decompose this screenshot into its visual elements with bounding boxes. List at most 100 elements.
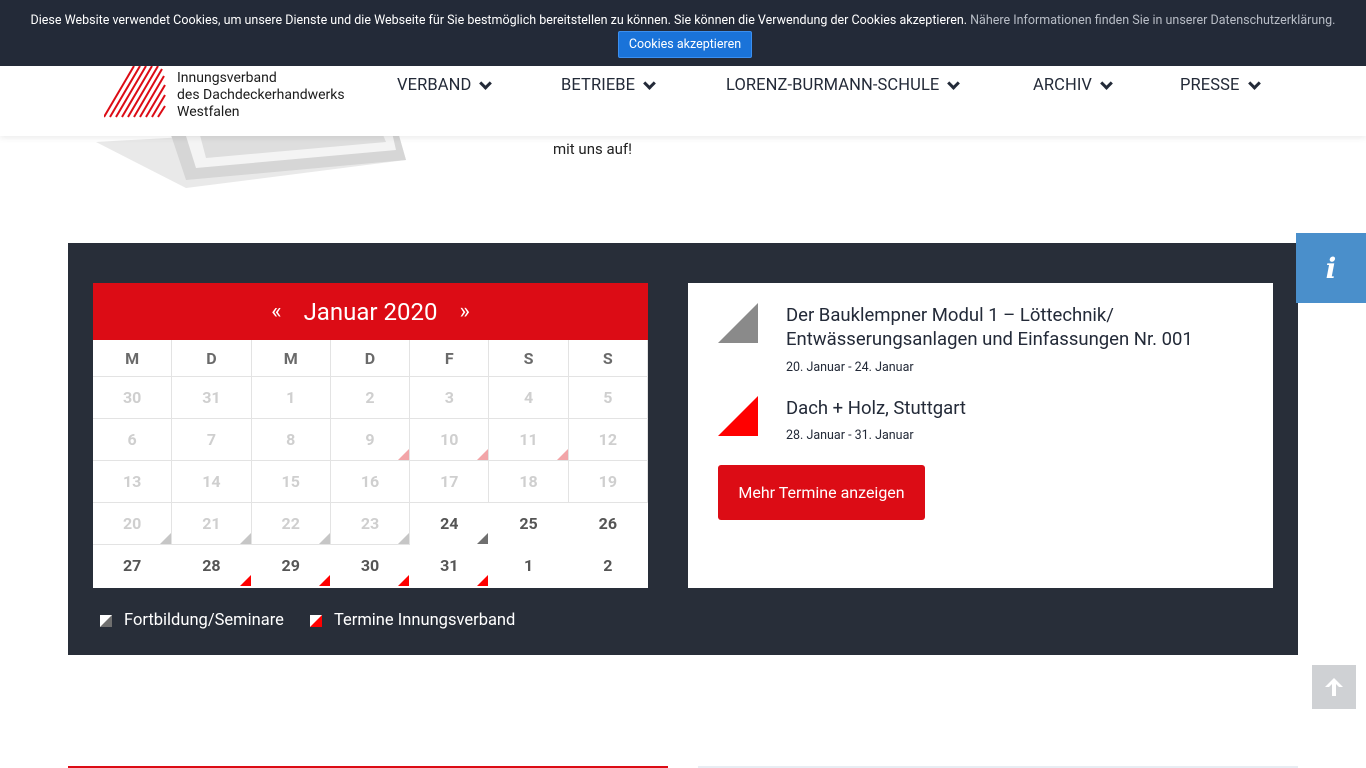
calendar-day[interactable]: 9 bbox=[330, 419, 411, 461]
calendar-day[interactable]: 18 bbox=[489, 461, 569, 503]
event-gray-triangle-icon bbox=[718, 303, 758, 343]
nav-item-archiv[interactable]: ARCHIV bbox=[1033, 76, 1113, 95]
calendar-day[interactable]: 25 bbox=[489, 503, 568, 545]
prev-month-button[interactable]: « bbox=[249, 299, 303, 324]
calendar-day[interactable]: 30 bbox=[93, 377, 173, 419]
weekday-header: M bbox=[93, 340, 173, 377]
event-list: Der Bauklempner Modul 1 – Löttechnik/ En… bbox=[688, 283, 1273, 588]
calendar-day-number: 5 bbox=[603, 388, 613, 407]
calendar-day[interactable]: 4 bbox=[489, 377, 569, 419]
calendar-day[interactable]: 5 bbox=[568, 377, 648, 419]
calendar-day-number: 10 bbox=[440, 430, 459, 449]
calendar-day-number: 30 bbox=[360, 556, 380, 575]
calendar-day-number: 27 bbox=[122, 556, 142, 575]
calendar-day-number: 23 bbox=[360, 514, 380, 533]
info-button[interactable]: i bbox=[1296, 233, 1366, 303]
event-marker-icon bbox=[477, 449, 489, 460]
more-events-button[interactable]: Mehr Termine anzeigen bbox=[718, 465, 925, 520]
calendar-day-number: 25 bbox=[519, 514, 538, 533]
nav-item-presse[interactable]: PRESSE bbox=[1180, 76, 1261, 95]
calendar-day[interactable]: 27 bbox=[93, 545, 172, 587]
calendar-day-number: 20 bbox=[122, 514, 142, 533]
event-marker-icon bbox=[160, 533, 172, 544]
event-marker-icon bbox=[239, 575, 251, 586]
calendar-day[interactable]: 19 bbox=[568, 461, 648, 503]
calendar-day[interactable]: 1 bbox=[251, 377, 331, 419]
calendar-day[interactable]: 23 bbox=[330, 503, 411, 545]
nav-label: ARCHIV bbox=[1033, 76, 1093, 95]
event-marker-icon bbox=[318, 575, 330, 586]
nav-item-betriebe[interactable]: BETRIEBE bbox=[561, 76, 657, 95]
event-marker-icon bbox=[398, 449, 410, 460]
chevron-down-icon bbox=[1247, 76, 1261, 90]
calendar-day[interactable]: 1 bbox=[489, 545, 568, 587]
calendar-day[interactable]: 8 bbox=[251, 419, 331, 461]
event-red-triangle-icon bbox=[718, 396, 758, 436]
calendar-day[interactable]: 14 bbox=[172, 461, 252, 503]
event-marker-icon bbox=[318, 533, 330, 544]
arrow-up-icon bbox=[1325, 678, 1343, 696]
calendar-day-number: 26 bbox=[598, 514, 618, 533]
calendar-day[interactable]: 28 bbox=[172, 545, 251, 587]
cookie-text: Diese Website verwendet Cookies, um unse… bbox=[30, 13, 968, 28]
calendar-day-number: 1 bbox=[523, 556, 534, 575]
chevron-down-icon bbox=[643, 76, 657, 90]
calendar-day[interactable]: 29 bbox=[252, 545, 331, 587]
accept-cookies-button[interactable]: Cookies akzeptieren bbox=[617, 31, 753, 58]
calendar-day-number: 29 bbox=[281, 556, 300, 575]
calendar-day[interactable]: 26 bbox=[569, 503, 648, 545]
events-section: « Januar 2020 » M D M D F S S 30 31 1 2 3 4 5 6 7 8 9 10 11… bbox=[68, 243, 1298, 655]
scroll-to-top-button[interactable] bbox=[1312, 665, 1356, 709]
calendar-day-number: 11 bbox=[519, 430, 538, 449]
calendar-day-number: 31 bbox=[440, 556, 459, 575]
next-month-button[interactable]: » bbox=[437, 299, 491, 324]
calendar-day[interactable]: 2 bbox=[330, 377, 411, 419]
calendar-day[interactable]: 22 bbox=[251, 503, 331, 545]
event-title[interactable]: Dach + Holz, Stuttgart bbox=[786, 396, 1256, 420]
weekday-header: S bbox=[568, 340, 648, 377]
chevron-down-icon bbox=[479, 76, 493, 90]
calendar-day[interactable]: 7 bbox=[172, 419, 252, 461]
calendar-day[interactable]: 16 bbox=[330, 461, 411, 503]
event-item[interactable]: Der Bauklempner Modul 1 – Löttechnik/ En… bbox=[718, 303, 1258, 375]
calendar-day[interactable]: 15 bbox=[251, 461, 331, 503]
weekday-header: D bbox=[172, 340, 252, 377]
chevron-down-icon bbox=[1100, 76, 1113, 90]
legend-item-innungsverband: Termine Innungsverband bbox=[309, 611, 515, 630]
calendar-day[interactable]: 31 bbox=[172, 377, 252, 419]
event-date: 20. Januar - 24. Januar bbox=[786, 360, 914, 375]
calendar-day[interactable]: 2 bbox=[569, 545, 648, 587]
privacy-link[interactable]: Nähere Informationen finden Sie in unser… bbox=[970, 13, 1335, 28]
event-title[interactable]: Der Bauklempner Modul 1 – Löttechnik/ En… bbox=[786, 303, 1256, 351]
calendar-day[interactable]: 24 bbox=[410, 503, 489, 545]
nav-label: PRESSE bbox=[1180, 76, 1240, 95]
calendar-day[interactable]: 13 bbox=[93, 461, 173, 503]
intro-partial-text: mit uns auf! bbox=[553, 140, 632, 158]
cookie-banner: Diese Website verwendet Cookies, um unse… bbox=[0, 0, 1366, 66]
calendar-day[interactable]: 6 bbox=[93, 419, 173, 461]
calendar-day[interactable]: 31 bbox=[410, 545, 489, 587]
calendar-day-number: 21 bbox=[202, 514, 221, 533]
calendar-day-number: 28 bbox=[202, 556, 221, 575]
calendar-day[interactable]: 21 bbox=[172, 503, 252, 545]
calendar-day[interactable]: 11 bbox=[489, 419, 569, 461]
calendar-day[interactable]: 12 bbox=[568, 419, 648, 461]
calendar-day[interactable]: 30 bbox=[331, 545, 410, 587]
calendar-day-number: 8 bbox=[286, 430, 296, 449]
calendar-day[interactable]: 10 bbox=[410, 419, 490, 461]
calendar-day[interactable]: 17 bbox=[410, 461, 490, 503]
weekday-header: M bbox=[251, 340, 331, 377]
nav-item-lorenz-burmann-schule[interactable]: LORENZ-BURMANN-SCHULE bbox=[726, 76, 961, 95]
event-item[interactable]: Dach + Holz, Stuttgart 28. Januar - 31. … bbox=[718, 396, 1258, 446]
event-marker-icon bbox=[477, 575, 489, 586]
calendar-day-number: 9 bbox=[365, 430, 375, 449]
calendar-day-number: 2 bbox=[365, 388, 375, 407]
nav-item-verband[interactable]: VERBAND bbox=[397, 76, 493, 95]
calendar-day-number: 22 bbox=[281, 514, 300, 533]
event-marker-icon bbox=[477, 533, 489, 544]
calendar-day[interactable]: 20 bbox=[93, 503, 173, 545]
calendar-day[interactable]: 3 bbox=[410, 377, 490, 419]
calendar-header: « Januar 2020 » bbox=[93, 283, 648, 340]
nav-label: VERBAND bbox=[397, 76, 472, 95]
weekday-header: F bbox=[410, 340, 490, 377]
